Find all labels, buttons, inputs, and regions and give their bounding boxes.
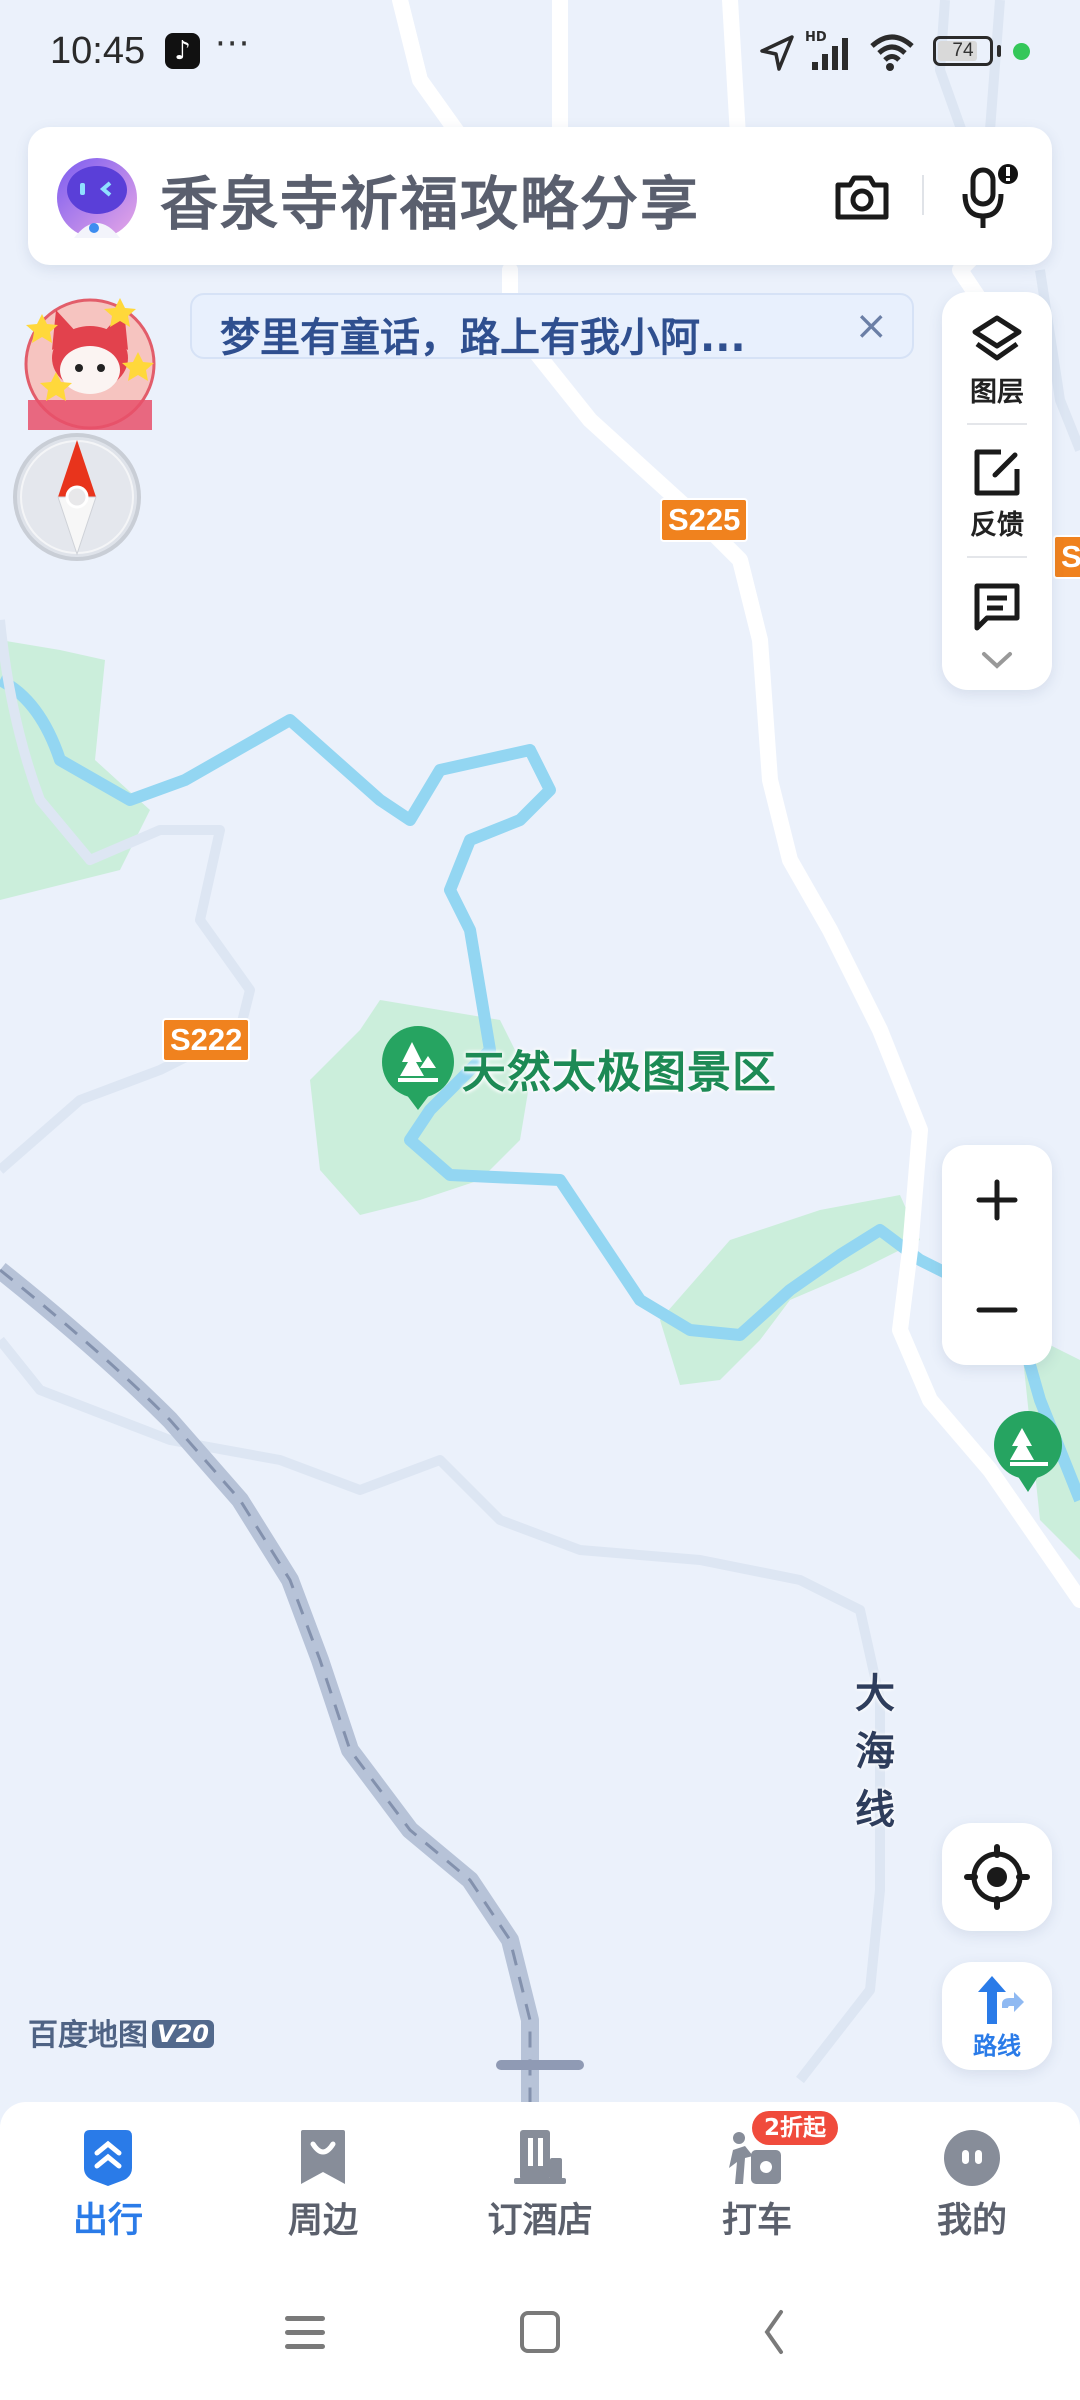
tiktok-icon: ♪: [165, 33, 200, 69]
road-name-label: 大海线: [855, 1671, 895, 1833]
feedback-label: 反馈: [970, 510, 1024, 541]
status-bar: 10:45 ♪ ··· HD 74: [0, 0, 1080, 100]
battery-nub: [997, 45, 1001, 57]
minus-icon: [976, 1307, 1018, 1313]
road-shield-s222: S222: [162, 1018, 251, 1062]
tab-travel[interactable]: 出行: [33, 2128, 183, 2243]
hotel-icon: [514, 2130, 566, 2184]
mascot-promo-icon[interactable]: [20, 292, 160, 442]
status-time: 10:45: [50, 30, 146, 72]
notice-text[interactable]: 梦里有童话，路上有我小阿...: [220, 305, 746, 363]
layers-icon: [972, 315, 1022, 361]
promo-badge: 2折起: [752, 2111, 839, 2145]
nearby-icon: [301, 2130, 345, 2184]
scenic-area-label[interactable]: 天然太极图景区: [462, 1036, 777, 1100]
plus-icon: [976, 1179, 1018, 1221]
tab-label: 周边: [287, 2201, 358, 2241]
system-navigation-bar: [0, 2262, 1080, 2400]
zoom-control: [942, 1145, 1052, 1365]
map-tools-panel: 图层 反馈: [942, 292, 1052, 690]
route-label: 路线: [973, 2032, 1021, 2060]
road-shield-partial: S2: [1053, 535, 1080, 579]
layers-button[interactable]: 图层: [942, 314, 1052, 409]
search-query-text[interactable]: 香泉寺祈福攻略分享: [160, 157, 700, 241]
message-icon: [974, 583, 1020, 631]
wifi-icon: [870, 34, 914, 71]
more-notifications-icon: ···: [215, 24, 251, 64]
tab-label: 订酒店: [487, 2201, 593, 2241]
zoom-out-button[interactable]: [942, 1255, 1052, 1365]
robot-assistant-icon[interactable]: [54, 152, 140, 242]
layers-label: 图层: [970, 377, 1024, 408]
menu-icon[interactable]: [275, 2302, 335, 2362]
privacy-indicator-dot: [1013, 43, 1030, 60]
tool-divider: [967, 423, 1027, 425]
search-bar[interactable]: 香泉寺祈福攻略分享: [28, 127, 1052, 265]
camera-icon[interactable]: [832, 167, 892, 227]
zoom-in-button[interactable]: [942, 1145, 1052, 1255]
tab-label: 出行: [72, 2201, 143, 2241]
search-divider: [922, 175, 924, 215]
back-icon[interactable]: [745, 2302, 805, 2362]
feedback-edit-icon: [974, 449, 1020, 496]
version-badge: V20: [152, 2020, 214, 2048]
feedback-button[interactable]: 反馈: [942, 447, 1052, 542]
road-shield-s225: S225: [660, 498, 749, 542]
battery-indicator: 74: [933, 36, 993, 66]
tab-label: 我的: [936, 2201, 1007, 2241]
tab-taxi[interactable]: 打车: [682, 2128, 832, 2243]
my-location-button[interactable]: [942, 1823, 1052, 1931]
profile-icon: [944, 2130, 1000, 2186]
baidu-map-logo: 百度地图 V20: [28, 2010, 214, 2054]
tool-divider: [967, 556, 1027, 558]
tab-nearby[interactable]: 周边: [248, 2128, 398, 2243]
tab-profile[interactable]: 我的: [897, 2128, 1047, 2243]
bottom-tab-bar: 出行 周边 订酒店 打车 我的: [0, 2102, 1080, 2262]
route-arrow-icon: [978, 1976, 1024, 2024]
tab-label: 打车: [721, 2201, 792, 2241]
notice-banner[interactable]: 梦里有童话，路上有我小阿... ×: [190, 293, 914, 361]
messages-button[interactable]: [942, 582, 1052, 632]
route-button[interactable]: 路线: [942, 1962, 1052, 2070]
tab-hotel[interactable]: 订酒店: [465, 2128, 615, 2243]
travel-icon: [84, 2130, 132, 2186]
location-arrow-icon: [760, 35, 794, 71]
microphone-icon[interactable]: [958, 162, 1024, 232]
bottom-sheet-handle[interactable]: [496, 2060, 584, 2070]
signal-icon: [812, 38, 848, 70]
home-icon[interactable]: [510, 2302, 570, 2362]
locate-crosshair-icon: [964, 1844, 1030, 1910]
close-icon[interactable]: ×: [854, 303, 888, 349]
chevron-down-icon[interactable]: [980, 650, 1014, 672]
compass-button[interactable]: [10, 430, 145, 565]
